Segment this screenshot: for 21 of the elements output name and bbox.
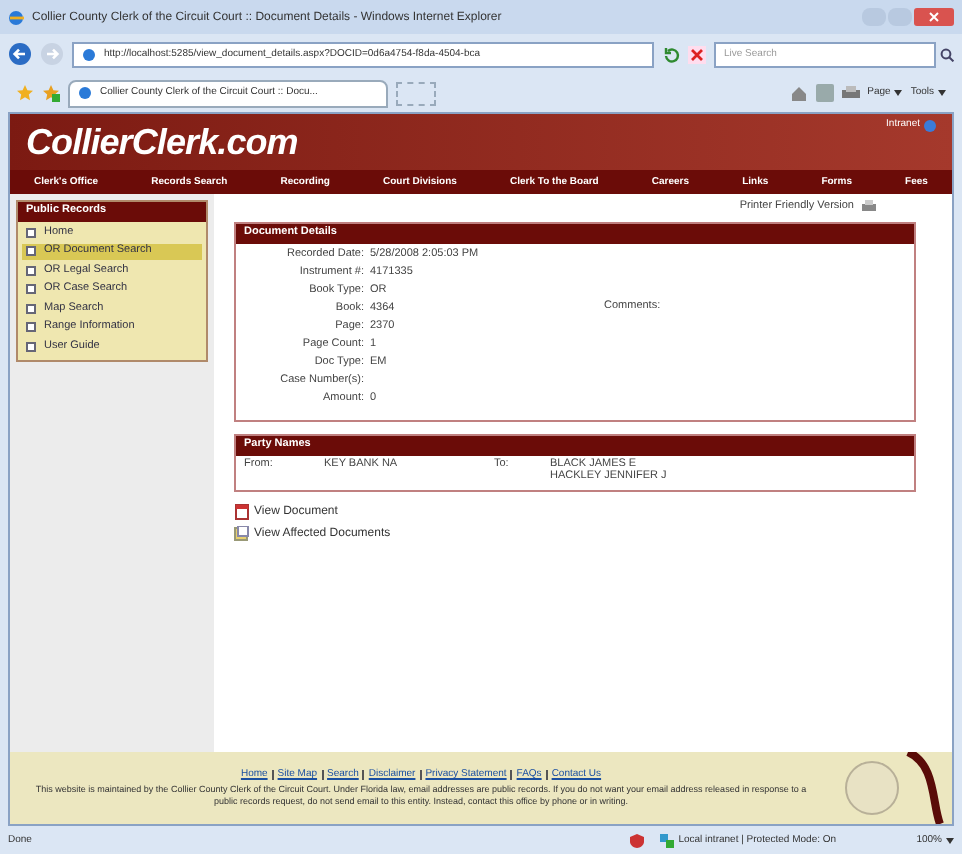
close-icon[interactable] (914, 8, 954, 26)
document-icon (234, 503, 250, 519)
refresh-icon[interactable] (662, 45, 680, 63)
shield-icon (630, 833, 645, 847)
home-icon[interactable] (789, 84, 808, 102)
stop-icon[interactable] (688, 45, 706, 63)
caret-icon (938, 90, 946, 96)
back-icon[interactable] (8, 42, 32, 66)
network-icon (660, 833, 675, 847)
folder-icon (234, 525, 250, 541)
browser-icon (8, 9, 24, 25)
favorites-star-icon[interactable] (16, 84, 34, 102)
caret-icon (946, 837, 954, 843)
site-logo: CollierClerk.com (26, 124, 298, 160)
caret-icon (894, 90, 903, 96)
print-icon[interactable] (841, 84, 860, 102)
search-icon (940, 47, 954, 61)
add-favorite-icon[interactable] (42, 84, 60, 102)
new-tab-button[interactable] (396, 81, 436, 105)
forward-icon[interactable] (40, 42, 64, 66)
printer-icon[interactable] (862, 200, 876, 214)
